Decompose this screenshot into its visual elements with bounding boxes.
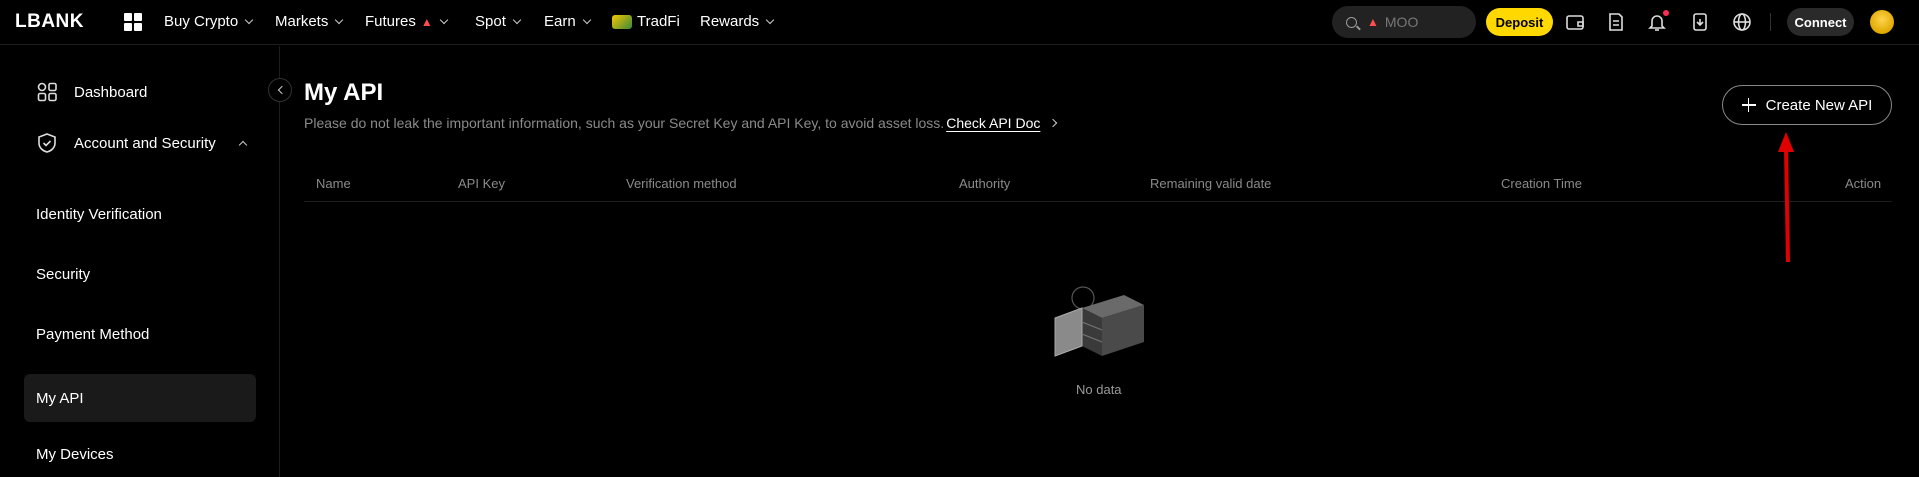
chevron-up-icon	[238, 140, 247, 149]
chevron-down-icon	[335, 15, 344, 25]
nav-rewards[interactable]: Rewards	[700, 13, 775, 30]
nav-markets-label: Markets	[275, 13, 329, 30]
column-header: Action	[1845, 176, 1882, 191]
chevron-left-icon	[277, 85, 286, 95]
nav-tradfi-label: TradFi	[637, 13, 680, 30]
search-placeholder: MOO	[1384, 14, 1419, 30]
dashboard-icon	[36, 81, 58, 103]
check-api-doc-link[interactable]: Check API Doc	[946, 115, 1040, 131]
red-annotation-arrow-icon	[1778, 132, 1794, 263]
nav-markets[interactable]: Markets	[275, 13, 344, 30]
sidebar-item-security[interactable]: Security	[24, 250, 256, 298]
fire-icon: ▲	[1367, 15, 1379, 29]
fire-icon: ▲	[420, 14, 433, 29]
notice-text: Please do not leak the important informa…	[304, 115, 945, 131]
column-header: Name	[316, 176, 351, 191]
column-header: Remaining valid date	[1150, 176, 1272, 191]
chevron-down-icon	[244, 15, 254, 25]
sidebar: Dashboard Account and Security Identity …	[0, 46, 280, 477]
sidebar-item-dashboard[interactable]: Dashboard	[24, 68, 256, 116]
nav-futures-label: Futures	[365, 13, 416, 30]
sidebar-item-my-devices[interactable]: My Devices	[24, 430, 256, 477]
column-header: API Key	[458, 176, 505, 191]
table-header: Name API Key Verification method Authori…	[304, 170, 1892, 202]
nav-buy-crypto-label: Buy Crypto	[164, 13, 239, 30]
nav-earn-label: Earn	[544, 13, 576, 30]
connect-button[interactable]: Connect	[1787, 8, 1854, 36]
sidebar-item-account-security[interactable]: Account and Security	[24, 119, 256, 167]
chevron-down-icon	[439, 15, 448, 25]
nav-rewards-label: Rewards	[700, 13, 760, 30]
chevron-down-icon	[512, 15, 522, 25]
search-input[interactable]: ▲ MOO	[1332, 6, 1476, 38]
empty-box-icon	[1054, 286, 1144, 357]
plus-icon	[1741, 98, 1756, 112]
sidebar-item-account-security-label: Account and Security	[74, 134, 216, 152]
chevron-down-icon	[582, 15, 591, 25]
shield-icon	[36, 132, 58, 154]
wallet-icon[interactable]	[1565, 12, 1585, 32]
orders-icon[interactable]	[1606, 12, 1626, 32]
nav-spot-label: Spot	[475, 13, 506, 30]
sidebar-item-identity-verification[interactable]: Identity Verification	[24, 190, 256, 238]
column-header: Authority	[959, 176, 1011, 191]
page-title: My API	[304, 79, 384, 106]
create-new-api-label: Create New API	[1765, 96, 1873, 114]
page-notice: Please do not leak the important informa…	[304, 115, 1058, 131]
sidebar-item-payment-method[interactable]: Payment Method	[24, 310, 256, 358]
nav-tradfi[interactable]: TradFi	[612, 13, 680, 30]
globe-icon[interactable]	[1732, 12, 1752, 32]
search-icon	[1346, 16, 1357, 28]
nav-buy-crypto[interactable]: Buy Crypto	[164, 13, 254, 30]
nav-divider	[1770, 13, 1771, 31]
top-nav: LBANK Buy Crypto Markets Futures ▲ Spot E…	[0, 0, 1919, 45]
nav-earn[interactable]: Earn	[544, 13, 591, 30]
column-header: Verification method	[626, 176, 737, 191]
deposit-button[interactable]: Deposit	[1486, 8, 1553, 36]
sidebar-collapse-button[interactable]	[268, 78, 292, 102]
chevron-down-icon	[765, 15, 775, 25]
nav-spot[interactable]: Spot	[475, 13, 522, 30]
apps-grid-icon[interactable]	[124, 13, 142, 31]
tradfi-icon	[612, 14, 632, 29]
bell-icon[interactable]	[1647, 10, 1669, 32]
create-new-api-button[interactable]: Create New API	[1722, 85, 1892, 125]
sidebar-item-dashboard-label: Dashboard	[74, 83, 148, 101]
sidebar-item-my-api[interactable]: My API	[24, 374, 256, 422]
download-icon[interactable]	[1690, 12, 1710, 32]
nav-futures[interactable]: Futures ▲	[365, 13, 448, 30]
logo[interactable]: LBANK	[15, 11, 84, 33]
empty-state-text: No data	[1076, 382, 1122, 397]
notification-dot	[1663, 10, 1669, 16]
chevron-right-icon	[1049, 118, 1058, 128]
column-header: Creation Time	[1501, 176, 1582, 191]
avatar[interactable]	[1870, 10, 1894, 34]
